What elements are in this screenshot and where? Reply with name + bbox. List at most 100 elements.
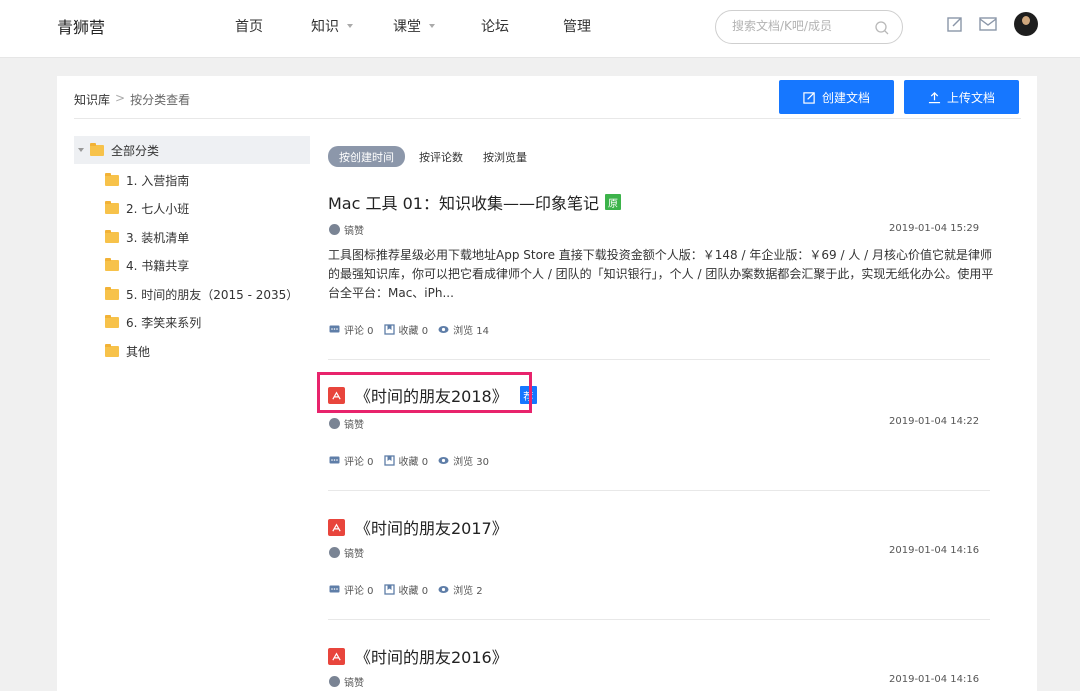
- article-title-text: Mac 工具 01：知识收集——印象笔记: [328, 194, 599, 213]
- tree-item[interactable]: 6. 李笑来系列: [105, 312, 201, 332]
- comment-count[interactable]: 评论 0: [329, 322, 374, 337]
- user-icon: [329, 547, 340, 558]
- favorite-count[interactable]: 收藏 0: [383, 453, 429, 468]
- top-navigation-bar: 青狮营 首页 知识 课堂 论坛 管理: [0, 0, 1080, 58]
- tree-item[interactable]: 4. 书籍共享: [105, 255, 189, 275]
- author-name[interactable]: 镐赞: [344, 416, 364, 431]
- sort-by-created-time[interactable]: 按创建时间: [328, 146, 405, 167]
- avatar[interactable]: [1014, 12, 1038, 36]
- search-icon[interactable]: [874, 20, 890, 36]
- article-date: 2019-01-04 15:29: [889, 223, 980, 234]
- nav-forum[interactable]: 论坛: [481, 16, 509, 36]
- article-divider: [328, 359, 990, 360]
- article-stats: 评论 0 收藏 0 浏览 14: [329, 322, 489, 337]
- nav-knowledge-label: 知识: [311, 19, 339, 35]
- upload-icon: [928, 91, 941, 103]
- tree-item-label: 4. 书籍共享: [126, 258, 190, 273]
- original-badge: 原: [604, 194, 621, 210]
- view-count-label: 浏览 30: [453, 457, 489, 468]
- breadcrumb-current: 按分类查看: [130, 93, 191, 107]
- bookmark-icon: [383, 584, 395, 595]
- nav-knowledge[interactable]: 知识: [311, 16, 353, 36]
- mail-icon[interactable]: [978, 14, 998, 34]
- author-name[interactable]: 镐赞: [344, 222, 364, 237]
- main-card: 知识库 > 按分类查看 创建文档 上传文档 全部分类 1. 入营指南 2. 七人…: [57, 76, 1037, 691]
- article-title[interactable]: Mac 工具 01：知识收集——印象笔记 原: [328, 190, 621, 214]
- breadcrumb-separator: >: [115, 91, 126, 105]
- author-name[interactable]: 镐赞: [344, 545, 364, 560]
- tree-item[interactable]: 1. 入营指南: [105, 170, 189, 190]
- create-document-label: 创建文档: [821, 90, 870, 105]
- breadcrumb: 知识库 > 按分类查看: [74, 91, 190, 108]
- comment-count-label: 评论 0: [344, 326, 374, 337]
- article-title[interactable]: 《时间的朋友2017》: [328, 515, 508, 539]
- article-author: 镐赞: [329, 416, 364, 431]
- create-document-button[interactable]: 创建文档: [779, 80, 894, 114]
- tree-root-all-categories[interactable]: 全部分类: [74, 136, 310, 164]
- author-name[interactable]: 镐赞: [344, 674, 364, 689]
- favorite-count-label: 收藏 0: [398, 457, 429, 468]
- view-count-label: 浏览 2: [453, 586, 483, 597]
- comment-icon: [329, 585, 340, 593]
- favorite-count-label: 收藏 0: [398, 326, 429, 337]
- nav-home[interactable]: 首页: [235, 16, 263, 36]
- user-icon: [329, 676, 340, 687]
- article-title[interactable]: 《时间的朋友2016》: [328, 644, 508, 668]
- eye-icon: [438, 457, 449, 464]
- eye-icon: [438, 326, 449, 333]
- view-count: 浏览 14: [438, 322, 489, 337]
- article-stats: 评论 0 收藏 0 浏览 2: [329, 582, 483, 597]
- nav-classroom[interactable]: 课堂: [393, 16, 435, 36]
- article-divider: [328, 619, 990, 620]
- favorite-count[interactable]: 收藏 0: [383, 322, 429, 337]
- chevron-down-icon: [429, 24, 435, 28]
- article-title-text: 《时间的朋友2017》: [355, 519, 508, 538]
- tree-item[interactable]: 3. 装机清单: [105, 227, 189, 247]
- tree-item-label: 5. 时间的朋友（2015 - 2035）: [126, 287, 299, 302]
- article-title-text: 《时间的朋友2016》: [355, 648, 508, 667]
- nav-classroom-label: 课堂: [393, 19, 421, 35]
- nav-home-label: 首页: [235, 19, 263, 35]
- tree-item-label: 2. 七人小班: [126, 201, 190, 216]
- breadcrumb-root[interactable]: 知识库: [74, 91, 110, 108]
- upload-document-label: 上传文档: [946, 90, 995, 105]
- tree-item-label: 6. 李笑来系列: [126, 315, 202, 330]
- comment-count[interactable]: 评论 0: [329, 453, 374, 468]
- eye-icon: [438, 586, 449, 593]
- pdf-icon: [328, 647, 345, 665]
- nav-admin[interactable]: 管理: [563, 16, 591, 36]
- comment-count-label: 评论 0: [344, 586, 374, 597]
- favorite-count[interactable]: 收藏 0: [383, 582, 429, 597]
- highlight-box: [317, 372, 532, 413]
- view-count-label: 浏览 14: [453, 326, 489, 337]
- favorite-count-label: 收藏 0: [398, 586, 429, 597]
- bookmark-icon: [383, 455, 395, 466]
- tree-item[interactable]: 2. 七人小班: [105, 198, 189, 218]
- comment-count[interactable]: 评论 0: [329, 582, 374, 597]
- folder-icon: [90, 142, 104, 156]
- header-divider: [74, 118, 1021, 119]
- edit-icon[interactable]: [945, 14, 965, 34]
- pdf-icon: [328, 518, 345, 536]
- caret-down-icon[interactable]: [78, 148, 84, 152]
- nav-admin-label: 管理: [563, 19, 591, 35]
- comment-count-label: 评论 0: [344, 457, 374, 468]
- nav-forum-label: 论坛: [481, 19, 509, 35]
- article-divider: [328, 490, 990, 491]
- article-author: 镐赞: [329, 545, 364, 560]
- tree-root-label: 全部分类: [111, 143, 160, 158]
- view-count: 浏览 30: [438, 453, 489, 468]
- tree-item-label: 1. 入营指南: [126, 173, 190, 188]
- upload-document-button[interactable]: 上传文档: [904, 80, 1019, 114]
- article-author: 镐赞: [329, 222, 364, 237]
- brand-logo[interactable]: 青狮营: [57, 14, 105, 38]
- search-box: [715, 10, 903, 44]
- tree-item[interactable]: 5. 时间的朋友（2015 - 2035）: [105, 284, 298, 304]
- search-input[interactable]: [732, 19, 872, 33]
- tree-item[interactable]: 其他: [105, 341, 150, 361]
- sort-by-views[interactable]: 按浏览量: [483, 146, 527, 167]
- article-author: 镐赞: [329, 674, 364, 689]
- view-count: 浏览 2: [438, 582, 483, 597]
- folder-icon: [105, 314, 119, 328]
- sort-by-comments[interactable]: 按评论数: [419, 146, 463, 167]
